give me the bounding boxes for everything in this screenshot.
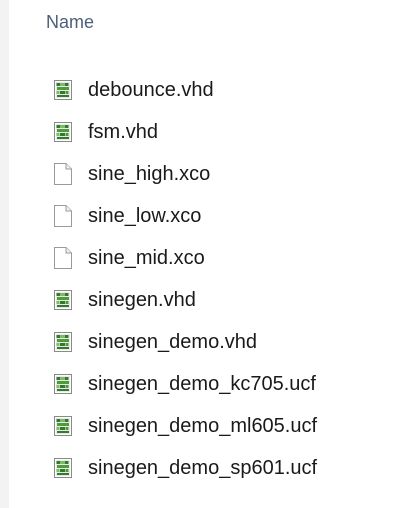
blank-file-icon — [52, 161, 74, 187]
blank-file-icon — [52, 245, 74, 271]
file-name: sinegen_demo_ml605.ucf — [88, 415, 318, 437]
file-name: sinegen_demo.vhd — [88, 331, 258, 353]
vhd-file-icon — [52, 287, 74, 313]
vhd-file-icon — [52, 77, 74, 103]
pane-left-border — [0, 0, 9, 508]
file-row[interactable]: sinegen_demo.vhd — [52, 321, 317, 363]
file-name: debounce.vhd — [88, 79, 214, 101]
file-row[interactable]: sinegen_demo_ml605.ucf — [52, 405, 317, 447]
file-name: sinegen_demo_kc705.ucf — [88, 373, 316, 395]
file-name: sine_mid.xco — [88, 247, 205, 269]
file-list: debounce.vhd fsm.vhd sine_high.xco sine_… — [52, 69, 317, 489]
vhd-file-icon — [52, 119, 74, 145]
vhd-file-icon — [52, 455, 74, 481]
blank-file-icon — [52, 203, 74, 229]
file-name: sine_high.xco — [88, 163, 211, 185]
file-row[interactable]: sine_high.xco — [52, 153, 317, 195]
vhd-file-icon — [52, 413, 74, 439]
file-name: fsm.vhd — [88, 121, 159, 143]
vhd-file-icon — [52, 329, 74, 355]
file-row[interactable]: sinegen_demo_kc705.ucf — [52, 363, 317, 405]
file-row[interactable]: sinegen.vhd — [52, 279, 317, 321]
file-name: sinegen.vhd — [88, 289, 196, 311]
file-row[interactable]: fsm.vhd — [52, 111, 317, 153]
file-list-pane: Name debounce.vhd fsm.vhd sine_high.xco … — [0, 0, 417, 508]
file-name: sine_low.xco — [88, 205, 202, 227]
file-name: sinegen_demo_sp601.ucf — [88, 457, 318, 479]
file-row[interactable]: debounce.vhd — [52, 69, 317, 111]
file-row[interactable]: sine_low.xco — [52, 195, 317, 237]
file-row[interactable]: sine_mid.xco — [52, 237, 317, 279]
column-header-name[interactable]: Name — [46, 10, 94, 34]
file-row[interactable]: sinegen_demo_sp601.ucf — [52, 447, 317, 489]
vhd-file-icon — [52, 371, 74, 397]
